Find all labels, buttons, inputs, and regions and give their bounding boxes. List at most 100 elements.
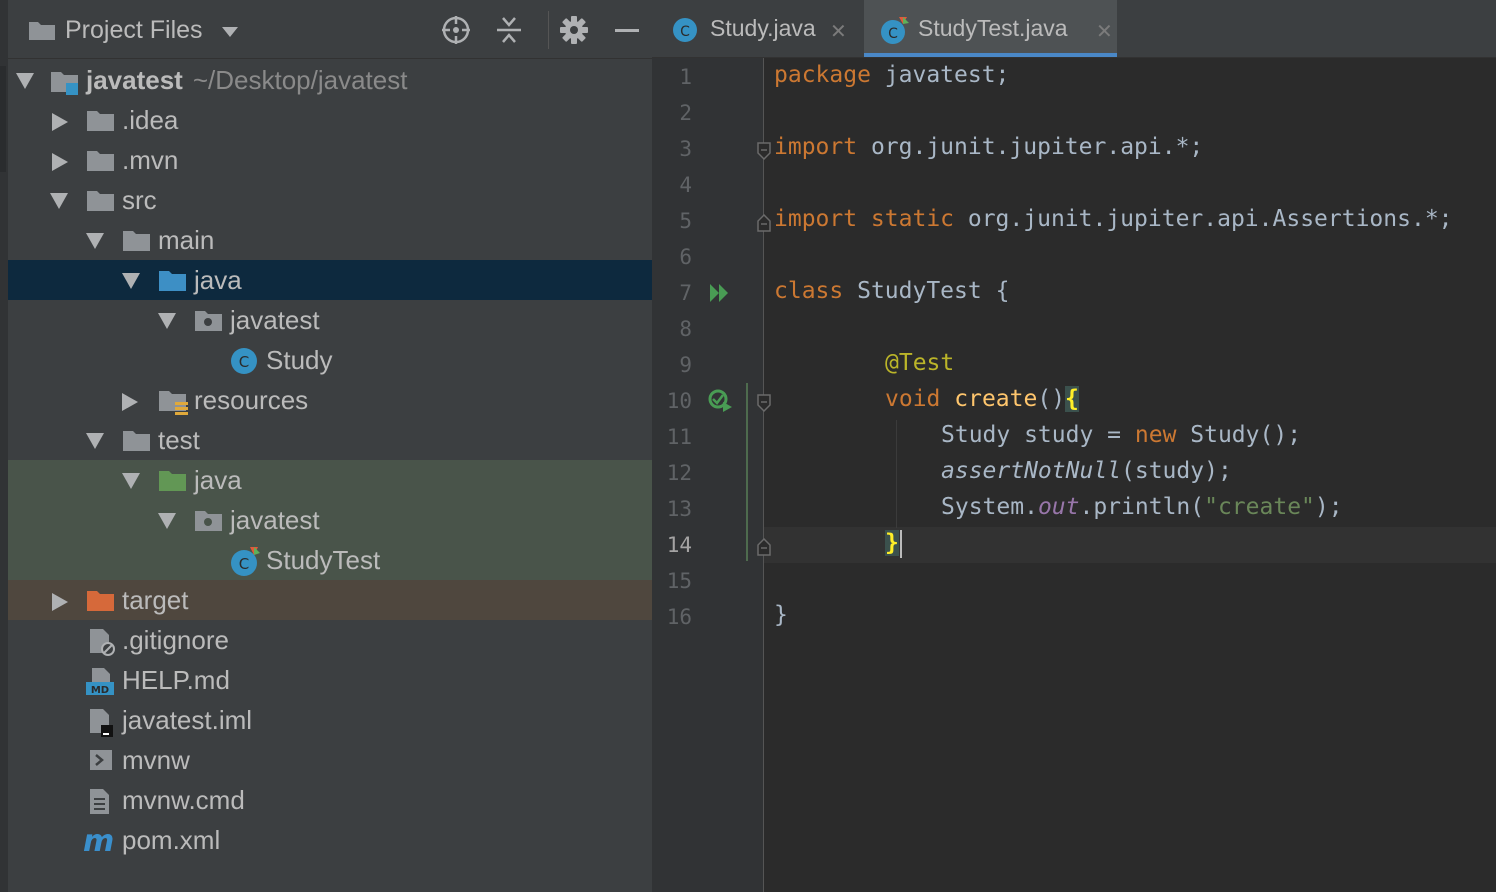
tree-item-main-java[interactable]: java xyxy=(8,260,652,300)
tree-item-idea[interactable]: .idea xyxy=(8,100,652,140)
fold-marker-icon[interactable] xyxy=(757,538,771,556)
project-panel-header: Project Files xyxy=(8,0,652,59)
tree-item-label: javatest.iml xyxy=(122,705,253,735)
code-line-9[interactable]: @Test xyxy=(885,350,954,376)
tree-item-mvnw-cmd[interactable]: mvnw.cmd xyxy=(8,780,652,820)
svg-text:C: C xyxy=(239,555,249,573)
collapsed-arrow-icon[interactable] xyxy=(52,153,68,171)
code-line-3[interactable]: import org.junit.jupiter.api.*; xyxy=(774,134,1203,160)
project-view-selector[interactable]: Project Files xyxy=(65,16,203,45)
code-line-10[interactable]: void create(){ xyxy=(885,386,1079,412)
close-icon[interactable]: ✕ xyxy=(830,19,847,43)
collapsed-arrow-icon[interactable] xyxy=(52,113,68,131)
tab-studytest-java[interactable]: C StudyTest.java ✕ xyxy=(864,0,1117,57)
svg-text:MD: MD xyxy=(91,685,109,696)
tree-item-javatest-root[interactable]: javatest ~/Desktop/javatest xyxy=(8,60,652,100)
tree-item-studytest-class[interactable]: C StudyTest xyxy=(8,540,652,580)
line-number: 9 xyxy=(679,353,692,377)
stripe-button-project[interactable] xyxy=(0,66,6,172)
java-test-class-icon: C xyxy=(231,547,260,576)
collapsed-arrow-icon[interactable] xyxy=(52,593,68,611)
tree-item-pom[interactable]: m pom.xml xyxy=(8,820,652,860)
line-number: 16 xyxy=(666,605,692,629)
svg-text:C: C xyxy=(239,353,249,371)
expanded-arrow-icon[interactable] xyxy=(158,313,176,329)
source-root-folder-icon xyxy=(159,271,186,291)
fold-marker-icon[interactable] xyxy=(757,142,771,160)
line-number: 12 xyxy=(666,461,692,485)
run-class-icon[interactable] xyxy=(708,282,732,304)
code-line-11[interactable]: Study study = new Study(); xyxy=(941,422,1301,448)
tab-study-java[interactable]: C Study.java ✕ xyxy=(652,0,860,57)
tree-item-label: test xyxy=(158,425,200,455)
collapse-all-icon[interactable] xyxy=(493,14,525,46)
run-test-passed-icon[interactable] xyxy=(707,388,733,414)
svg-text:m: m xyxy=(83,827,114,855)
shell-script-icon xyxy=(90,750,112,770)
text-caret xyxy=(900,530,902,558)
folder-icon xyxy=(29,22,55,40)
expanded-arrow-icon[interactable] xyxy=(16,73,34,89)
folder-icon xyxy=(87,151,114,171)
maven-icon: m xyxy=(83,827,114,855)
expanded-arrow-icon[interactable] xyxy=(86,433,104,449)
expanded-arrow-icon[interactable] xyxy=(122,473,140,489)
folder-icon xyxy=(123,431,150,451)
toolbar-divider xyxy=(548,11,549,49)
tree-item-gitignore[interactable]: .gitignore xyxy=(8,620,652,660)
tree-item-main[interactable]: main xyxy=(8,220,652,260)
iml-file-icon xyxy=(90,709,113,737)
expanded-arrow-icon[interactable] xyxy=(122,273,140,289)
chevron-down-icon[interactable] xyxy=(222,27,238,37)
tree-item-iml[interactable]: javatest.iml xyxy=(8,700,652,740)
tree-item-label: java xyxy=(194,265,242,295)
folder-icon xyxy=(87,191,114,211)
tree-item-study-class[interactable]: C Study xyxy=(8,340,652,380)
tree-item-test-package[interactable]: javatest xyxy=(8,500,652,540)
collapsed-arrow-icon[interactable] xyxy=(122,393,138,411)
line-number: 6 xyxy=(679,245,692,269)
minimize-icon[interactable] xyxy=(611,14,643,46)
code-line-12[interactable]: assertNotNull(study); xyxy=(941,458,1232,484)
project-tool-window: Project Files javatest ~/Desktop/javates… xyxy=(0,0,652,892)
tool-window-stripe xyxy=(0,0,8,892)
editor-tabs: C Study.java ✕ C StudyTest.java ✕ xyxy=(652,0,1496,58)
tree-item-target[interactable]: target xyxy=(8,580,652,620)
fold-marker-icon[interactable] xyxy=(757,394,771,412)
expanded-arrow-icon[interactable] xyxy=(158,513,176,529)
tree-item-label: pom.xml xyxy=(122,825,221,855)
tree-item-main-package[interactable]: javatest xyxy=(8,300,652,340)
code-line-7[interactable]: class StudyTest { xyxy=(774,278,1009,304)
gear-icon[interactable] xyxy=(558,14,590,46)
code-line-16[interactable]: } xyxy=(774,602,788,628)
code-line-5[interactable]: import static org.junit.jupiter.api.Asse… xyxy=(774,206,1453,232)
tree-item-label: resources xyxy=(194,385,309,415)
line-number: 15 xyxy=(666,569,692,593)
tree-item-test-java[interactable]: java xyxy=(8,460,652,500)
tree-item-resources[interactable]: resources xyxy=(8,380,652,420)
expanded-arrow-icon[interactable] xyxy=(86,233,104,249)
locate-target-icon[interactable] xyxy=(440,14,472,46)
code-line-14[interactable]: } xyxy=(885,530,899,556)
current-line-highlight xyxy=(764,527,1496,563)
folder-icon xyxy=(87,111,114,131)
expanded-arrow-icon[interactable] xyxy=(50,193,68,209)
tree-item-label: .mvn xyxy=(122,145,179,175)
module-folder-icon xyxy=(51,72,78,95)
tree-item-help-md[interactable]: MD HELP.md xyxy=(8,660,652,700)
tree-item-src[interactable]: src xyxy=(8,180,652,220)
vcs-change-marker[interactable] xyxy=(746,383,748,561)
code-line-1[interactable]: package javatest; xyxy=(774,62,1009,88)
markdown-file-icon: MD xyxy=(86,668,114,696)
fold-marker-icon[interactable] xyxy=(757,214,771,232)
excluded-folder-icon xyxy=(87,591,114,611)
tree-item-label: .idea xyxy=(122,105,179,135)
tree-item-test[interactable]: test xyxy=(8,420,652,460)
line-number: 1 xyxy=(679,65,692,89)
tree-item-mvn[interactable]: .mvn xyxy=(8,140,652,180)
code-line-13[interactable]: System.out.println("create"); xyxy=(941,494,1343,520)
tree-item-mvnw[interactable]: mvnw xyxy=(8,740,652,780)
tree-item-label: mvnw xyxy=(122,745,190,775)
close-icon[interactable]: ✕ xyxy=(1096,19,1113,43)
svg-text:C: C xyxy=(680,24,690,40)
